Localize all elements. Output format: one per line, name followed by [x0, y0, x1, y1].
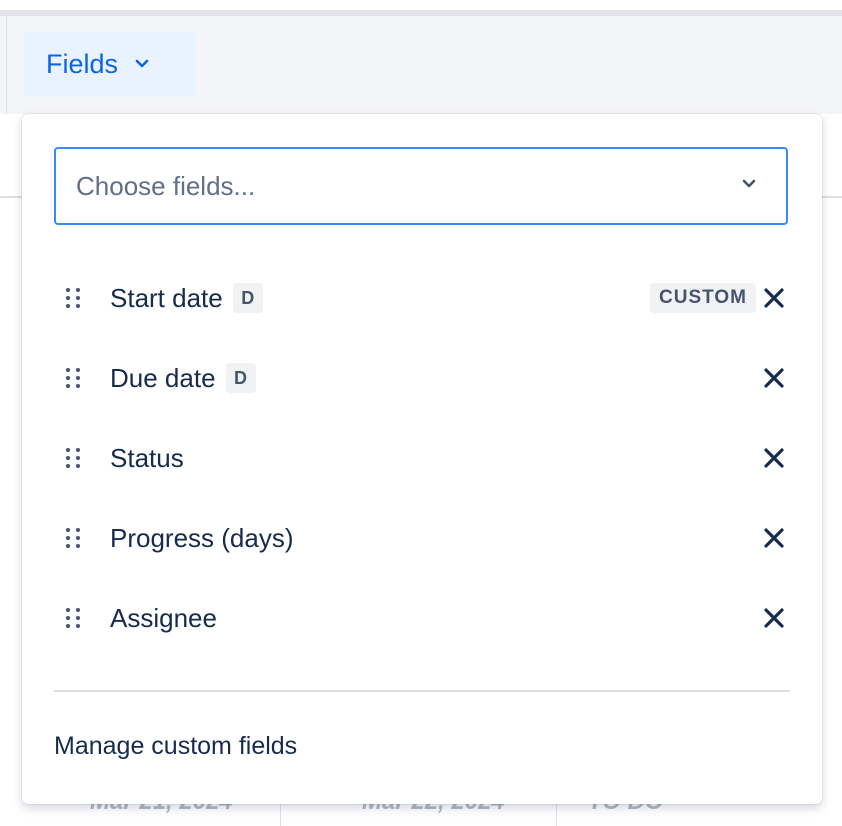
drag-handle-icon[interactable] [66, 526, 86, 550]
drag-handle-icon[interactable] [66, 446, 86, 470]
field-row-status: Status [54, 428, 788, 488]
field-row-start-date: Start date D CUSTOM [54, 268, 788, 328]
top-strip [0, 0, 842, 10]
drag-handle-icon[interactable] [66, 366, 86, 390]
field-name: Progress (days) [110, 522, 294, 553]
close-icon [764, 608, 784, 628]
close-icon [764, 288, 784, 308]
remove-field-button[interactable] [760, 284, 788, 312]
close-icon [764, 448, 784, 468]
remove-field-button[interactable] [760, 604, 788, 632]
field-name: Due date [110, 362, 216, 393]
divider [54, 690, 790, 692]
chevron-down-icon[interactable] [740, 177, 758, 196]
remove-field-button[interactable] [760, 444, 788, 472]
chevron-down-icon [134, 58, 150, 70]
drag-handle-icon[interactable] [66, 606, 86, 630]
close-icon [764, 368, 784, 388]
field-name: Start date [110, 282, 223, 313]
remove-field-button[interactable] [760, 524, 788, 552]
drag-handle-icon[interactable] [66, 286, 86, 310]
toolbar-separator [6, 16, 7, 114]
field-type-badge: D [232, 283, 263, 313]
choose-fields-select[interactable] [54, 147, 788, 225]
choose-fields-input[interactable] [74, 169, 698, 203]
remove-field-button[interactable] [760, 364, 788, 392]
field-name: Status [110, 442, 184, 473]
custom-badge: CUSTOM [650, 283, 756, 313]
fields-dropdown-panel: Start date D CUSTOM Due date D Status Pr… [22, 114, 822, 804]
field-row-progress: Progress (days) [54, 508, 788, 568]
field-type-badge: D [225, 363, 256, 393]
manage-custom-fields-link[interactable]: Manage custom fields [54, 732, 297, 761]
fields-button-label: Fields [46, 48, 119, 79]
field-row-due-date: Due date D [54, 348, 788, 408]
field-row-assignee: Assignee [54, 588, 788, 648]
close-icon [764, 528, 784, 548]
fields-button[interactable]: Fields [24, 32, 196, 96]
field-name: Assignee [110, 602, 217, 633]
